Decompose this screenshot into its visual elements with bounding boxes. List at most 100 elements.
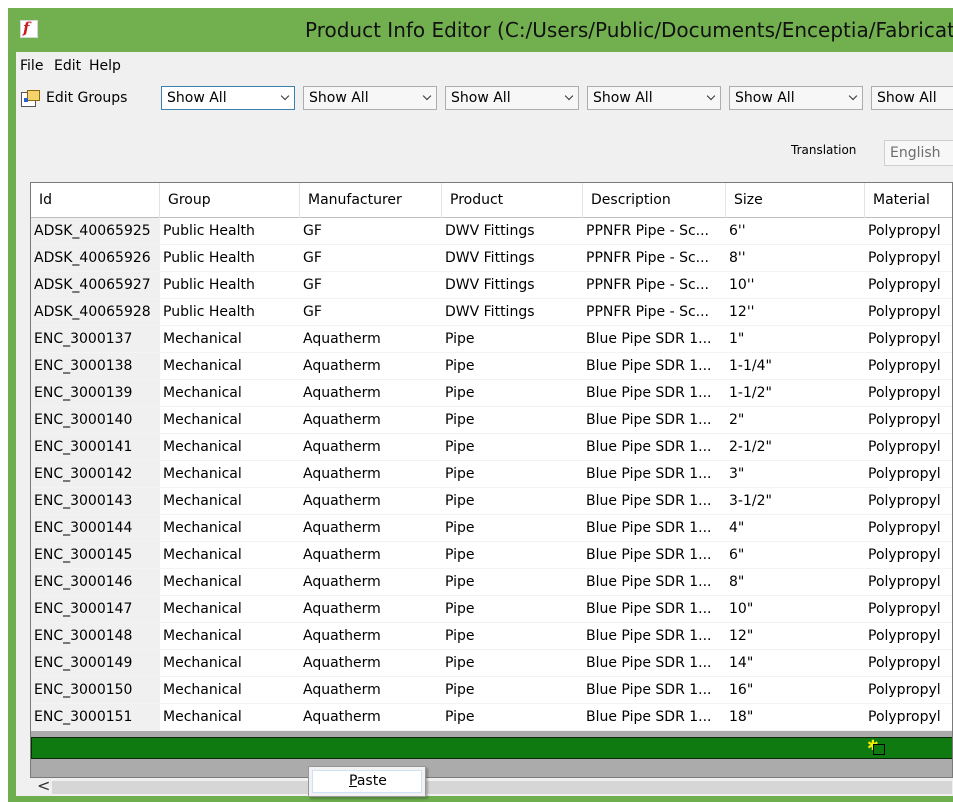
cell-manufacturer[interactable]: GF [300, 245, 442, 272]
cell-description[interactable]: Blue Pipe SDR 1... [583, 650, 726, 677]
cell-id[interactable]: ENC_3000140 [31, 407, 160, 434]
cell-group[interactable]: Mechanical [160, 434, 300, 461]
cell-group[interactable]: Mechanical [160, 569, 300, 596]
column-header-size[interactable]: Size [726, 183, 865, 218]
table-row[interactable]: ADSK_40065926 Public Health GF DWV Fittings… [31, 245, 952, 272]
cell-size[interactable]: 16" [726, 677, 865, 704]
cell-product[interactable]: Pipe [442, 515, 583, 542]
cell-description[interactable]: Blue Pipe SDR 1... [583, 677, 726, 704]
table-row[interactable]: ENC_3000145 Mechanical Aquatherm Pipe Blue P… [31, 542, 952, 569]
filter-size-select[interactable]: Show All [729, 86, 863, 110]
cell-manufacturer[interactable]: Aquatherm [300, 326, 442, 353]
filter-manufacturer-select[interactable]: Show All [303, 86, 437, 110]
filter-description-select[interactable]: Show All [587, 86, 721, 110]
cell-size[interactable]: 1-1/2" [726, 380, 865, 407]
cell-description[interactable]: Blue Pipe SDR 1... [583, 380, 726, 407]
cell-manufacturer[interactable]: Aquatherm [300, 515, 442, 542]
cell-size[interactable]: 12" [726, 623, 865, 650]
edit-groups-button[interactable]: Edit Groups [19, 86, 127, 110]
cell-product[interactable]: Pipe [442, 596, 583, 623]
cell-group[interactable]: Public Health [160, 218, 300, 245]
cell-material[interactable]: Polypropyl [865, 380, 952, 407]
cell-material[interactable]: Polypropyl [865, 569, 952, 596]
cell-id[interactable]: ADSK_40065926 [31, 245, 160, 272]
cell-group[interactable]: Mechanical [160, 623, 300, 650]
cell-id[interactable]: ENC_3000149 [31, 650, 160, 677]
cell-manufacturer[interactable]: Aquatherm [300, 353, 442, 380]
cell-id[interactable]: ENC_3000151 [31, 704, 160, 731]
cell-material[interactable]: Polypropyl [865, 542, 952, 569]
cell-group[interactable]: Mechanical [160, 650, 300, 677]
cell-material[interactable]: Polypropyl [865, 488, 952, 515]
table-row[interactable]: ENC_3000148 Mechanical Aquatherm Pipe Blue P… [31, 623, 952, 650]
table-row[interactable]: ENC_3000151 Mechanical Aquatherm Pipe Blue P… [31, 704, 952, 731]
cell-manufacturer[interactable]: Aquatherm [300, 623, 442, 650]
cell-manufacturer[interactable]: Aquatherm [300, 407, 442, 434]
cell-group[interactable]: Mechanical [160, 542, 300, 569]
cell-description[interactable]: Blue Pipe SDR 1... [583, 704, 726, 731]
scroll-left-arrow-icon[interactable]: < [37, 776, 50, 795]
column-header-description[interactable]: Description [583, 183, 726, 218]
cell-group[interactable]: Public Health [160, 272, 300, 299]
cell-product[interactable]: DWV Fittings [442, 245, 583, 272]
cell-id[interactable]: ENC_3000144 [31, 515, 160, 542]
column-header-manufacturer[interactable]: Manufacturer [300, 183, 442, 218]
cell-size[interactable]: 2" [726, 407, 865, 434]
cell-manufacturer[interactable]: GF [300, 218, 442, 245]
cell-manufacturer[interactable]: Aquatherm [300, 677, 442, 704]
cell-size[interactable]: 10" [726, 596, 865, 623]
cell-group[interactable]: Mechanical [160, 488, 300, 515]
cell-product[interactable]: Pipe [442, 326, 583, 353]
menu-edit[interactable]: Edit [54, 58, 81, 74]
cell-size[interactable]: 10'' [726, 272, 865, 299]
table-row[interactable]: ENC_3000143 Mechanical Aquatherm Pipe Blue P… [31, 488, 952, 515]
table-row[interactable]: ENC_3000146 Mechanical Aquatherm Pipe Blue P… [31, 569, 952, 596]
cell-group[interactable]: Mechanical [160, 407, 300, 434]
table-row[interactable]: ENC_3000147 Mechanical Aquatherm Pipe Blue P… [31, 596, 952, 623]
cell-description[interactable]: Blue Pipe SDR 1... [583, 326, 726, 353]
cell-product[interactable]: DWV Fittings [442, 218, 583, 245]
cell-group[interactable]: Mechanical [160, 677, 300, 704]
cell-manufacturer[interactable]: Aquatherm [300, 542, 442, 569]
context-menu-item-paste[interactable]: Paste [312, 770, 422, 793]
cell-group[interactable]: Mechanical [160, 704, 300, 731]
product-grid[interactable]: Id Group Manufacturer Product Description Siz… [30, 182, 953, 778]
cell-description[interactable]: Blue Pipe SDR 1... [583, 596, 726, 623]
cell-group[interactable]: Mechanical [160, 596, 300, 623]
cell-material[interactable]: Polypropyl [865, 299, 952, 326]
cell-manufacturer[interactable]: Aquatherm [300, 596, 442, 623]
cell-id[interactable]: ADSK_40065925 [31, 218, 160, 245]
column-header-material[interactable]: Material [865, 183, 952, 218]
cell-material[interactable]: Polypropyl [865, 461, 952, 488]
table-row[interactable]: ENC_3000142 Mechanical Aquatherm Pipe Blue P… [31, 461, 952, 488]
cell-material[interactable]: Polypropyl [865, 407, 952, 434]
cell-size[interactable]: 12'' [726, 299, 865, 326]
cell-product[interactable]: Pipe [442, 623, 583, 650]
cell-id[interactable]: ENC_3000148 [31, 623, 160, 650]
table-row[interactable]: ENC_3000141 Mechanical Aquatherm Pipe Blue P… [31, 434, 952, 461]
table-row[interactable]: ENC_3000139 Mechanical Aquatherm Pipe Blue P… [31, 380, 952, 407]
cell-product[interactable]: DWV Fittings [442, 272, 583, 299]
table-row[interactable]: ADSK_40065928 Public Health GF DWV Fittings… [31, 299, 952, 326]
table-row[interactable]: ADSK_40065927 Public Health GF DWV Fittings… [31, 272, 952, 299]
cell-description[interactable]: Blue Pipe SDR 1... [583, 353, 726, 380]
translation-field[interactable]: English [884, 140, 953, 166]
cell-size[interactable]: 6" [726, 542, 865, 569]
table-row[interactable]: ENC_3000137 Mechanical Aquatherm Pipe Blue P… [31, 326, 952, 353]
cell-product[interactable]: Pipe [442, 461, 583, 488]
cell-size[interactable]: 4" [726, 515, 865, 542]
cell-product[interactable]: Pipe [442, 434, 583, 461]
filter-material-select[interactable]: Show All [871, 86, 953, 110]
cell-material[interactable]: Polypropyl [865, 272, 952, 299]
cell-size[interactable]: 8'' [726, 245, 865, 272]
cell-material[interactable]: Polypropyl [865, 434, 952, 461]
cell-manufacturer[interactable]: GF [300, 299, 442, 326]
cell-manufacturer[interactable]: GF [300, 272, 442, 299]
cell-product[interactable]: Pipe [442, 677, 583, 704]
cell-size[interactable]: 6'' [726, 218, 865, 245]
cell-description[interactable]: Blue Pipe SDR 1... [583, 569, 726, 596]
cell-id[interactable]: ENC_3000146 [31, 569, 160, 596]
cell-id[interactable]: ADSK_40065927 [31, 272, 160, 299]
cell-product[interactable]: DWV Fittings [442, 299, 583, 326]
cell-description[interactable]: PPNFR Pipe - Sc... [583, 272, 726, 299]
